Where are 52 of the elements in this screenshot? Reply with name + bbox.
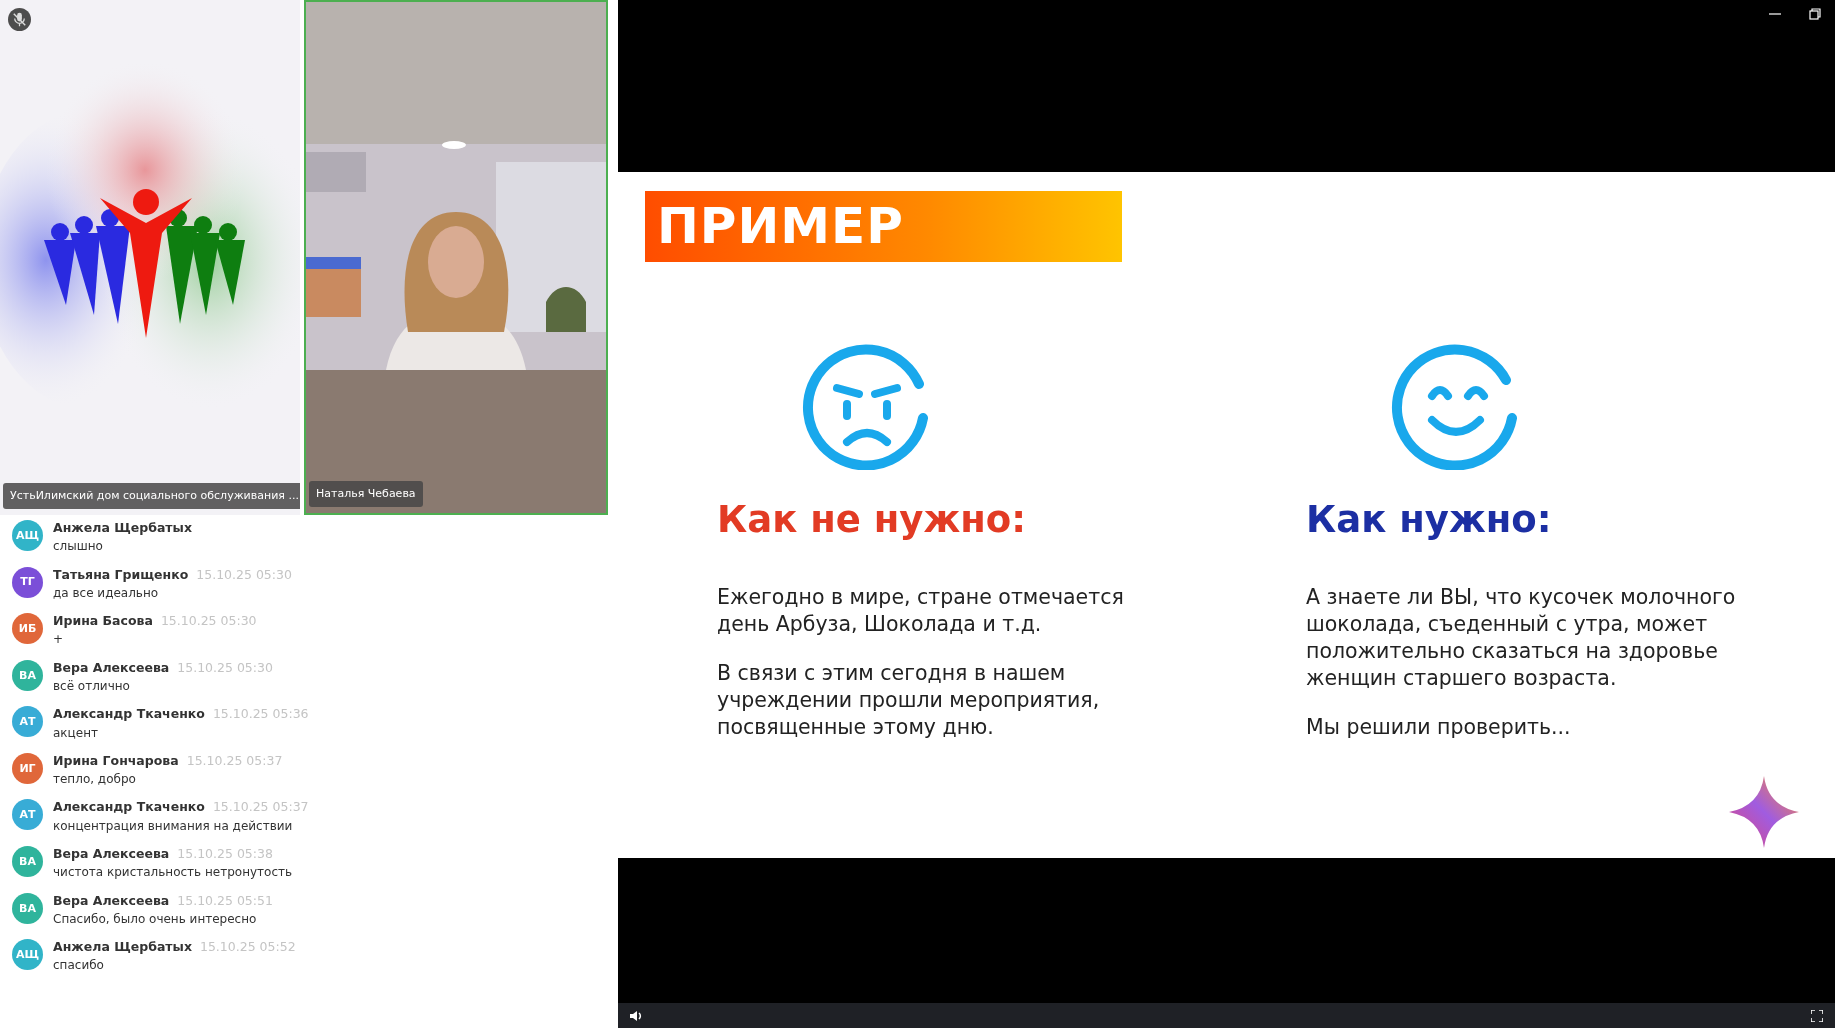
message-text: чистота кристальность нетронутость [53,865,293,880]
slide-banner: ПРИМЕР [645,191,1122,262]
message-time: 15.10.25 05:38 [177,846,273,862]
slide-paragraph: А знаете ли ВЫ, что кусочек молочного шоколада, съеденный с утра, может положительно сказаться на здоровье женщин старшего возраста. [1306,583,1736,692]
restore-icon[interactable] [1809,8,1821,20]
sender-name: Ирина Басова [53,613,153,629]
sender-name: Татьяна Грищенко [53,566,189,582]
sender-name: Ирина Гончарова [53,752,179,768]
avatar: ВА [12,659,43,691]
slide-paragraph: Мы решили проверить... [1306,713,1572,741]
sender-name: Анжела Щербатых [53,520,192,535]
message-time: 15.10.25 05:30 [160,613,257,629]
message-time: 15.10.25 05:52 [199,939,296,955]
slide-heading: Как не нужно: [717,497,1028,543]
message-text: концентрация внимания на действии [53,818,294,834]
message-text: акцент [53,725,99,740]
message-time: 15.10.25 05:30 [196,566,292,582]
avatar: ИБ [12,613,43,645]
message-time: 15.10.25 05:30 [177,659,273,675]
participant-name-label: Наталья Чебаева [309,480,423,507]
message-text: спасибо [53,958,105,973]
participant-name-label: УстьИлимский дом социального обслуживания ... [3,482,300,509]
message-text: всё отлично [53,678,131,694]
message-time: 15.10.25 05:37 [186,752,283,768]
avatar: АТ [12,799,43,831]
sparkle-icon [1729,776,1799,848]
avatar: ВА [12,846,43,878]
slide-paragraph: В связи с этим сегодня в нашем учреждении прошли мероприятия, посвященные этому дню. [717,659,1101,741]
message-text: да все идеально [53,585,160,601]
avatar: АТ [12,706,43,738]
message-time: 15.10.25 05:37 [212,799,309,815]
volume-icon[interactable] [630,1009,644,1022]
fullscreen-icon[interactable] [1811,1009,1823,1022]
slide-paragraph: Ежегодно в мире, стране отмечается день Арбуза, Шоколада и т.д. [717,583,1125,638]
sender-name: Вера Алексеева [53,659,170,675]
message-text: Спасибо, было очень интересно [53,911,258,927]
message-text: слышно [53,539,104,554]
sender-name: Вера Алексеева [53,846,170,862]
sender-name: Александр Ткаченко [53,706,205,722]
avatar: ИГ [12,752,43,784]
slide-heading: Как нужно: [1306,497,1553,543]
avatar: АЩ [12,939,43,971]
message-time: 15.10.25 05:51 [177,892,273,908]
sender-name: Александр Ткаченко [53,799,205,815]
sender-name: Анжела Щербатых [53,939,192,955]
avatar: ВА [12,892,43,924]
message-text: + [53,632,65,647]
avatar: ТГ [12,566,43,598]
avatar: АЩ [12,520,43,551]
sender-name: Вера Алексеева [53,892,170,908]
message-time: 15.10.25 05:36 [212,706,309,722]
message-text: тепло, добро [53,772,137,787]
